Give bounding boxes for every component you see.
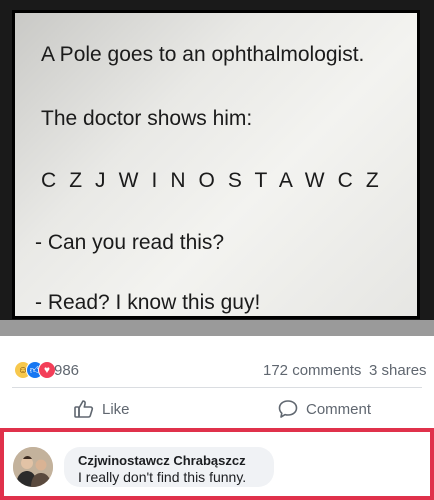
post-image[interactable]: A Pole goes to an ophthalmologist. The d…	[12, 10, 420, 319]
joke-line-1: A Pole goes to an ophthalmologist.	[41, 43, 365, 66]
post-image-frame: A Pole goes to an ophthalmologist. The d…	[0, 0, 434, 336]
joke-line-2: The doctor shows him:	[41, 107, 253, 130]
comment-text: I really don't find this funny.	[78, 469, 247, 485]
joke-line-3: C Z J W I N O S T A W C Z	[41, 169, 383, 192]
comment-label: Comment	[306, 400, 372, 418]
comment-author[interactable]: Czjwinostawcz Chrabąszcz	[78, 453, 246, 468]
avatar-photo	[13, 447, 53, 487]
comments-count[interactable]: 172 comments	[263, 362, 361, 379]
comment-button[interactable]: Comment	[276, 396, 371, 422]
image-bottom-band	[0, 320, 434, 336]
divider	[12, 387, 422, 388]
joke-line-5: - Read? I know this guy!	[35, 291, 261, 314]
shares-count[interactable]: 3 shares	[369, 362, 427, 379]
post-actions: Like Comment	[0, 394, 434, 426]
like-button[interactable]: Like	[72, 396, 130, 422]
comment-bubble: Czjwinostawcz Chrabąszcz I really don't …	[64, 447, 274, 487]
comment-icon	[278, 400, 298, 418]
like-label: Like	[102, 400, 130, 418]
post-stats-bar: ☺ 👍︎ ♥ 986 172 comments 3 shares	[0, 340, 434, 386]
joke-text: A Pole goes to an ophthalmologist. The d…	[15, 13, 417, 316]
thumbs-up-icon	[74, 400, 94, 418]
highlighted-comment: Czjwinostawcz Chrabąszcz I really don't …	[0, 428, 434, 500]
reactions-count[interactable]: 986	[54, 362, 79, 379]
commenter-avatar[interactable]	[13, 447, 53, 487]
joke-line-4: - Can you read this?	[35, 231, 225, 254]
